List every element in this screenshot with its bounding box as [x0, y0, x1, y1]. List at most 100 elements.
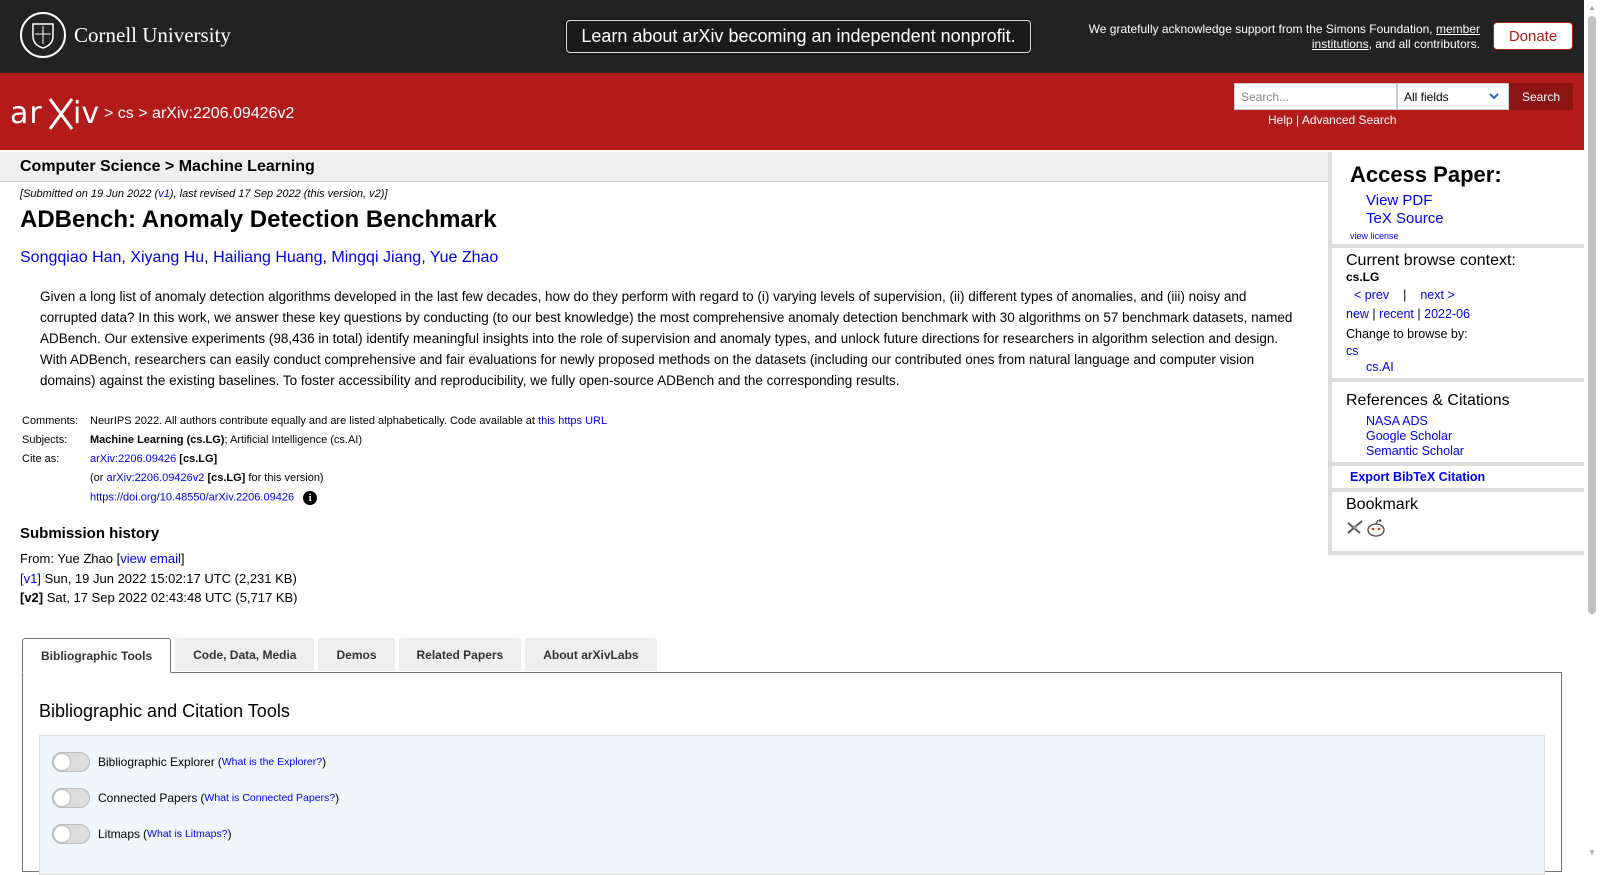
pipe-separator: | [1372, 307, 1376, 321]
sidebar-divider [1332, 378, 1584, 382]
search-input[interactable] [1234, 83, 1397, 110]
cite-label: Cite as: [22, 453, 60, 465]
tool-info-link[interactable]: What is the Explorer? [222, 756, 322, 768]
author-list: Songqiao Han, Xiyang Hu, Hailiang Huang,… [20, 249, 498, 267]
view-license-link[interactable]: view license [1350, 231, 1399, 241]
scroll-up-icon[interactable]: ▲ [1588, 3, 1596, 12]
tool-info-link[interactable]: What is Litmaps? [147, 828, 228, 840]
dateline: [Submitted on 19 Jun 2022 (v1), last rev… [20, 188, 388, 200]
browse-csai-link[interactable]: cs.AI [1366, 360, 1394, 374]
breadcrumb-cs[interactable]: cs [118, 105, 134, 122]
support-acknowledgement: We gratefully acknowledge support from t… [1060, 22, 1480, 52]
connected-papers-toggle[interactable] [52, 788, 90, 808]
cornell-logo[interactable]: Cornell University [20, 12, 231, 58]
breadcrumb: > cs > arXiv:2206.09426v2 [104, 105, 294, 123]
author-link[interactable]: Xiyang Hu [130, 249, 204, 266]
comments-text: NeurIPS 2022. All authors contribute equ… [90, 415, 535, 427]
access-links: View PDF TeX Source [1366, 192, 1444, 228]
cite-or-text: (or [90, 472, 104, 484]
donate-button[interactable]: Donate [1493, 22, 1573, 50]
author-separator: , [204, 249, 209, 266]
paper-title: ADBench: Anomaly Detection Benchmark [20, 206, 497, 233]
author-separator: , [322, 249, 327, 266]
svg-text:iv: iv [73, 96, 99, 131]
tool-info-link[interactable]: What is Connected Papers? [204, 792, 335, 804]
nav-separator: | [1403, 288, 1407, 302]
author-link[interactable]: Hailiang Huang [213, 249, 322, 266]
references-links: NASA ADS Google Scholar Semantic Scholar [1366, 414, 1464, 459]
next-link[interactable]: next > [1420, 288, 1454, 302]
history-from-suffix: ] [180, 551, 185, 566]
new-link[interactable]: new [1346, 307, 1369, 321]
author-separator: , [421, 249, 426, 266]
extra-services-sidebar: Access Paper: View PDF TeX Source view l… [1328, 152, 1584, 555]
abstract: Given a long list of anomaly detection a… [40, 289, 1293, 388]
tool-name: Connected Papers [98, 791, 198, 805]
explorer-toggle[interactable] [52, 752, 90, 772]
labs-tabs: Bibliographic Tools Code, Data, Media De… [22, 638, 657, 673]
tool-row-litmaps: Litmaps (What is Litmaps?) [52, 824, 232, 844]
search-field-value: All fields [1404, 90, 1449, 104]
code-url-link[interactable]: this https URL [538, 415, 607, 427]
help-link[interactable]: Help [1268, 113, 1293, 127]
nasa-ads-link[interactable]: NASA ADS [1366, 414, 1428, 428]
search-button[interactable]: Search [1509, 83, 1573, 110]
v1-link[interactable]: [v1] [20, 571, 41, 586]
change-browse-label: Change to browse by: [1346, 327, 1468, 341]
cite-v2-suffix: for this version) [248, 472, 324, 484]
view-email-link[interactable]: view email [120, 551, 181, 566]
tex-source-link[interactable]: TeX Source [1366, 210, 1444, 227]
reddit-icon[interactable] [1366, 519, 1386, 542]
svg-text:ar: ar [10, 96, 43, 131]
history-from: From: Yue Zhao [view email] [20, 549, 298, 569]
doi-value: https://doi.org/10.48550/arXiv.2206.0942… [88, 490, 609, 509]
cite-v2-link[interactable]: arXiv:2206.09426v2 [107, 472, 205, 484]
metadata-table: Comments: NeurIPS 2022. All authors cont… [20, 414, 609, 509]
bookmark-icons [1346, 519, 1386, 542]
subject-header: Computer Science > Machine Learning [0, 152, 1328, 182]
tab-bibliographic-tools[interactable]: Bibliographic Tools [22, 638, 172, 673]
comments-label: Comments: [22, 415, 79, 427]
secondary-subjects: ; Artificial Intelligence (cs.AI) [224, 434, 363, 446]
export-bibtex-link[interactable]: Export BibTeX Citation [1350, 470, 1485, 484]
search-field-select[interactable]: All fields [1397, 83, 1509, 110]
scrollbar-thumb[interactable] [1588, 16, 1596, 614]
info-icon[interactable]: i [303, 491, 318, 505]
support-prefix: We gratefully acknowledge support from t… [1088, 22, 1433, 36]
cite-category: [cs.LG] [179, 453, 218, 465]
subjects-label: Subjects: [22, 434, 68, 446]
cite-value: arXiv:2206.09426 [cs.LG] [88, 452, 609, 471]
primary-subject: Machine Learning (cs.LG) [90, 434, 225, 446]
bibsonomy-icon[interactable] [1346, 519, 1364, 542]
tool-row-connected-papers: Connected Papers (What is Connected Pape… [52, 788, 339, 808]
month-link[interactable]: 2022-06 [1424, 307, 1470, 321]
arxiv-logo-icon[interactable]: ar iv [10, 93, 102, 133]
browse-listings: new | recent | 2022-06 [1346, 307, 1470, 321]
google-scholar-link[interactable]: Google Scholar [1366, 429, 1452, 443]
author-link[interactable]: Mingqi Jiang [331, 249, 421, 266]
advanced-search-link[interactable]: Advanced Search [1302, 113, 1397, 127]
author-link[interactable]: Songqiao Han [20, 249, 121, 266]
litmaps-toggle[interactable] [52, 824, 90, 844]
tab-code-data-media[interactable]: Code, Data, Media [175, 638, 315, 671]
doi-link[interactable]: https://doi.org/10.48550/arXiv.2206.0942… [90, 492, 294, 504]
tab-about-arxivlabs[interactable]: About arXivLabs [525, 638, 657, 671]
tab-demos[interactable]: Demos [318, 638, 395, 671]
nonprofit-announcement-button[interactable]: Learn about arXiv becoming an independen… [566, 20, 1031, 53]
dateline-v1-link[interactable]: v1 [158, 188, 170, 200]
history-v1: [v1] Sun, 19 Jun 2022 15:02:17 UTC (2,23… [20, 569, 298, 589]
sidebar-divider [1332, 488, 1584, 492]
prev-link[interactable]: < prev [1354, 288, 1389, 302]
cite-id-link[interactable]: arXiv:2206.09426 [90, 453, 176, 465]
bookmark-title: Bookmark [1346, 496, 1419, 513]
subject-path: Computer Science > Machine Learning [20, 158, 315, 175]
scroll-down-icon[interactable]: ▼ [1588, 848, 1596, 857]
tab-related-papers[interactable]: Related Papers [398, 638, 522, 671]
page-scrollbar[interactable]: ▲ ▼ [1584, 0, 1600, 861]
author-link[interactable]: Yue Zhao [430, 249, 499, 266]
recent-link[interactable]: recent [1379, 307, 1414, 321]
semantic-scholar-link[interactable]: Semantic Scholar [1366, 444, 1464, 458]
browse-cs-link[interactable]: cs [1346, 344, 1359, 358]
view-pdf-link[interactable]: View PDF [1366, 192, 1432, 209]
v1-details: Sun, 19 Jun 2022 15:02:17 UTC (2,231 KB) [40, 570, 297, 586]
